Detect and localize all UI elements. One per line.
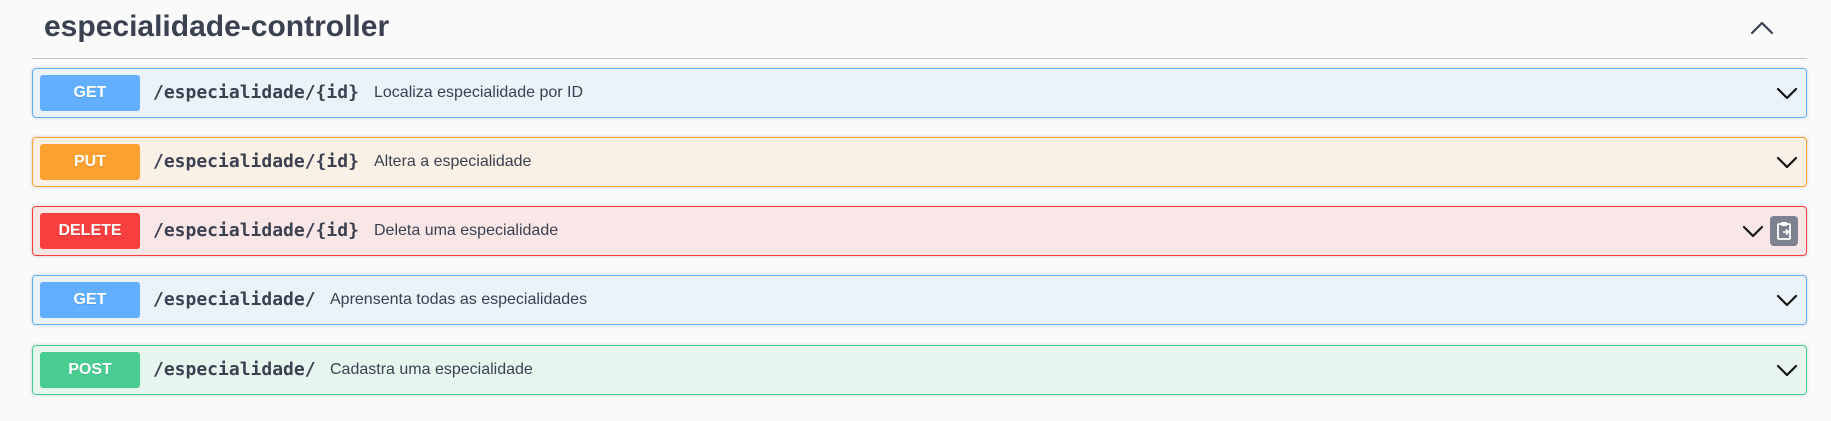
tag-header[interactable]: especialidade-controller	[32, 0, 1807, 59]
operation-post-especialidade[interactable]: POST /especialidade/ Cadastra uma especi…	[32, 345, 1807, 395]
operation-get-especialidade-id[interactable]: GET /especialidade/{id} Localiza especia…	[32, 68, 1807, 118]
tag-title: especialidade-controller	[44, 10, 390, 43]
method-badge: PUT	[40, 144, 140, 180]
tag-section: especialidade-controller GET /especialid…	[0, 0, 1831, 421]
operation-path: /especialidade/	[153, 359, 316, 380]
clipboard-copy-icon[interactable]	[1770, 216, 1798, 246]
chevron-down-icon[interactable]	[1774, 358, 1800, 382]
operation-path: /especialidade/{id}	[153, 220, 359, 241]
operation-path: /especialidade/{id}	[153, 82, 359, 103]
operation-summary: Cadastra uma especialidade	[330, 361, 533, 378]
method-badge: GET	[40, 282, 140, 318]
operation-summary: Altera a especialidade	[374, 153, 532, 170]
chevron-down-icon[interactable]	[1774, 81, 1800, 105]
operation-summary: Localiza especialidade por ID	[374, 84, 584, 101]
operation-summary: Aprensenta todas as especialidades	[330, 291, 588, 308]
chevron-up-icon[interactable]	[1747, 16, 1777, 40]
method-badge: DELETE	[40, 213, 140, 249]
operation-delete-especialidade-id[interactable]: DELETE /especialidade/{id} Deleta uma es…	[32, 206, 1807, 256]
chevron-down-icon[interactable]	[1740, 219, 1766, 243]
operation-summary: Deleta uma especialidade	[374, 222, 559, 239]
method-badge: POST	[40, 352, 140, 388]
chevron-down-icon[interactable]	[1774, 288, 1800, 312]
method-badge: GET	[40, 75, 140, 111]
operation-get-especialidade[interactable]: GET /especialidade/ Aprensenta todas as …	[32, 275, 1807, 325]
operation-path: /especialidade/{id}	[153, 151, 359, 172]
operation-path: /especialidade/	[153, 289, 316, 310]
chevron-down-icon[interactable]	[1774, 150, 1800, 174]
operation-put-especialidade-id[interactable]: PUT /especialidade/{id} Altera a especia…	[32, 137, 1807, 187]
